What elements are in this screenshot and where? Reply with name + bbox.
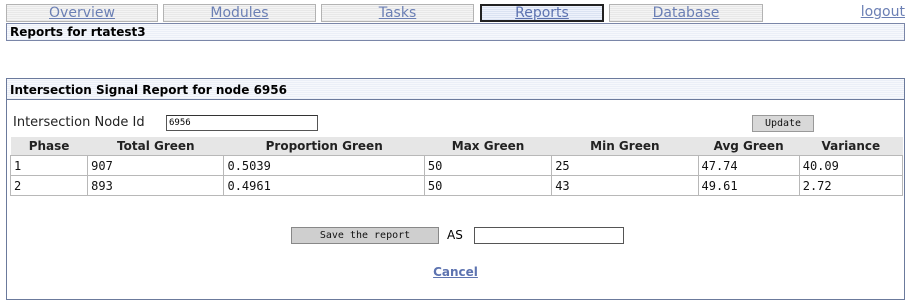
as-label: AS bbox=[447, 228, 463, 242]
tab-tasks[interactable]: Tasks bbox=[321, 4, 474, 22]
column-header: Variance bbox=[799, 137, 903, 156]
table-header-row: Phase Total Green Proportion Green Max G… bbox=[10, 137, 903, 156]
column-header: Phase bbox=[10, 137, 88, 156]
column-header: Avg Green bbox=[698, 137, 800, 156]
top-navigation: Overview Modules Tasks Reports Database … bbox=[6, 3, 905, 23]
table-cell: 25 bbox=[551, 155, 699, 176]
tab-database[interactable]: Database bbox=[609, 4, 763, 22]
table-cell: 50 bbox=[423, 175, 553, 196]
table-cell: 0.5039 bbox=[223, 155, 425, 176]
save-report-button[interactable]: Save the report bbox=[291, 227, 439, 244]
column-header: Max Green bbox=[424, 137, 552, 156]
table-row: 2 893 0.4961 50 43 49.61 2.72 bbox=[9, 175, 904, 196]
table-cell: 1 bbox=[9, 155, 89, 176]
tab-reports[interactable]: Reports bbox=[480, 4, 604, 22]
tab-overview[interactable]: Overview bbox=[6, 4, 158, 22]
table-cell: 2.72 bbox=[798, 175, 904, 196]
table-cell: 907 bbox=[87, 155, 225, 176]
table-cell: 47.74 bbox=[697, 155, 800, 176]
cancel-link[interactable]: Cancel bbox=[7, 265, 904, 279]
table-cell: 0.4961 bbox=[223, 175, 425, 196]
node-id-label: Intersection Node Id bbox=[13, 115, 145, 130]
column-header: Total Green bbox=[87, 137, 224, 156]
update-button[interactable]: Update bbox=[752, 115, 814, 132]
table-row: 1 907 0.5039 50 25 47.74 40.09 bbox=[9, 155, 904, 176]
tab-modules[interactable]: Modules bbox=[163, 4, 316, 22]
table-cell: 2 bbox=[9, 175, 89, 196]
table-cell: 40.09 bbox=[798, 155, 904, 176]
table-cell: 893 bbox=[87, 175, 225, 196]
logout-link[interactable]: logout bbox=[861, 4, 905, 20]
table-cell: 50 bbox=[423, 155, 553, 176]
table-cell: 43 bbox=[551, 175, 699, 196]
signal-report-table: Phase Total Green Proportion Green Max G… bbox=[9, 137, 904, 196]
section-bar: Reports for rtatest3 bbox=[6, 23, 905, 41]
column-header: Proportion Green bbox=[223, 137, 425, 156]
node-id-input[interactable] bbox=[166, 115, 318, 131]
section-title: Reports for rtatest3 bbox=[10, 25, 146, 39]
panel-header: Intersection Signal Report for node 6956 bbox=[7, 79, 904, 100]
report-panel: Intersection Signal Report for node 6956… bbox=[6, 78, 905, 300]
report-name-input[interactable] bbox=[474, 227, 624, 244]
cancel-label[interactable]: Cancel bbox=[433, 265, 478, 279]
column-header: Min Green bbox=[551, 137, 698, 156]
table-cell: 49.61 bbox=[697, 175, 800, 196]
panel-title: Intersection Signal Report for node 6956 bbox=[10, 83, 287, 97]
